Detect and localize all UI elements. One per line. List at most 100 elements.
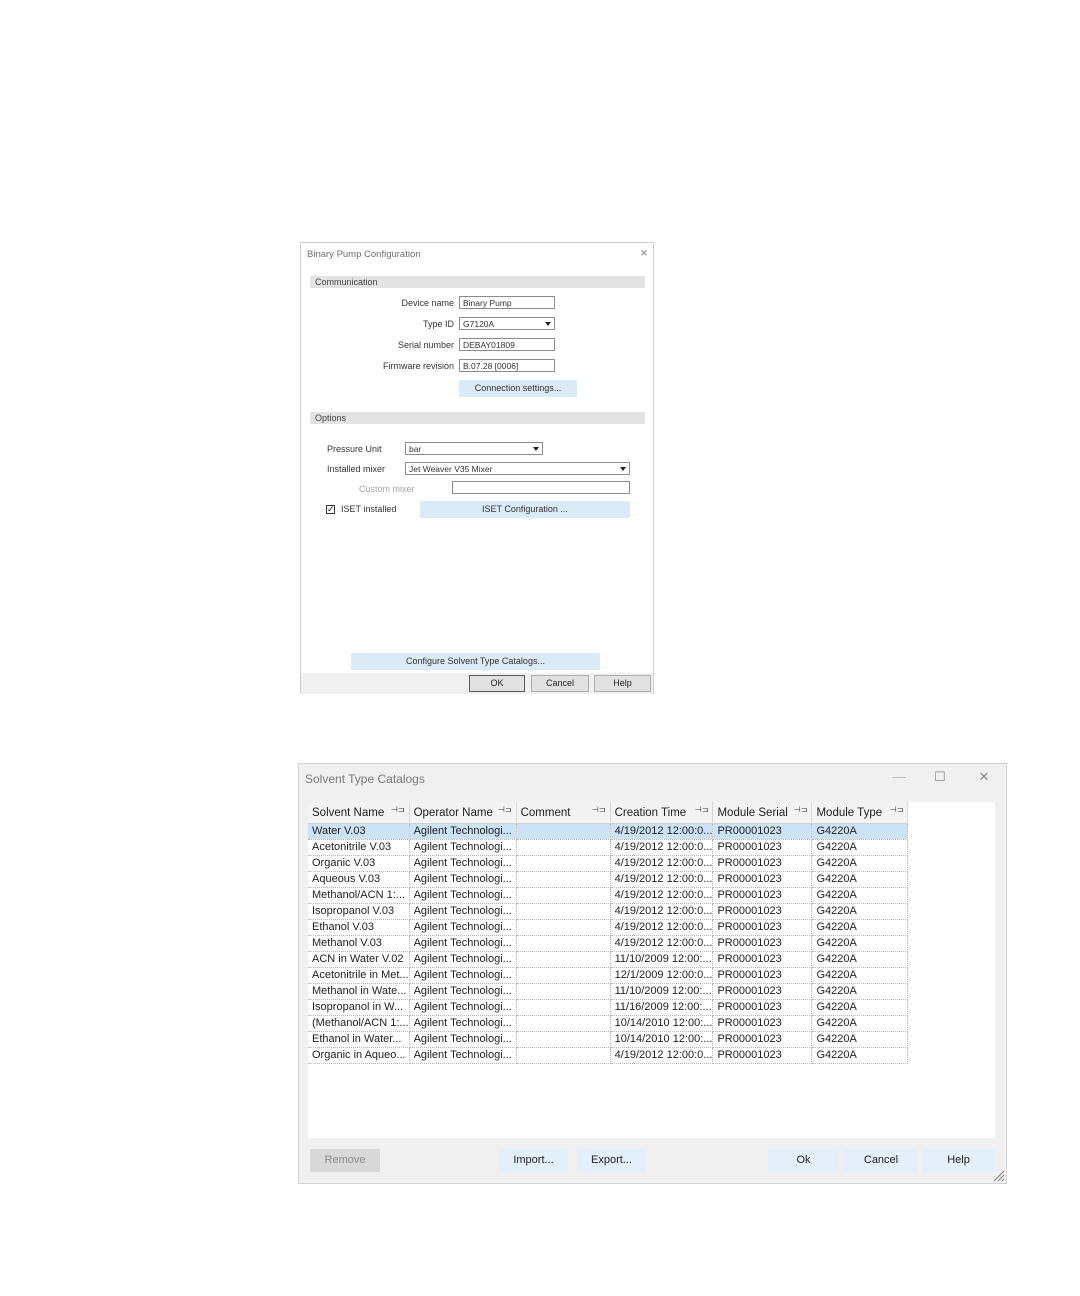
table-row[interactable]: (Methanol/ACN 1:... Agilent Technologi...… [308,1015,909,1032]
cell-comment [516,935,611,952]
column-header-comment[interactable]: Comment ⊣⊐ [516,802,611,824]
table-row[interactable]: Organic in Aqueo... Agilent Technologi...… [308,1047,909,1064]
iset-configuration-button[interactable]: ISET Configuration ... [420,501,630,518]
cell-module-type: G4220A [811,823,909,840]
solvent-type-catalogs-dialog: Solvent Type Catalogs — ☐ ✕ Solvent Name… [298,763,1007,1184]
resize-grip-icon[interactable] [993,1170,1005,1182]
cell-module-type: G4220A [811,1047,909,1064]
table-row[interactable]: Isopropanol in W... Agilent Technologi...… [308,999,909,1016]
cell-operator-name: Agilent Technologi... [409,887,517,904]
cell-operator-name: Agilent Technologi... [409,919,517,936]
table-row[interactable]: Isopropanol V.03 Agilent Technologi... 4/1… [308,903,909,920]
installed-mixer-value: Jet Weaver V35 Mixer [409,464,493,474]
type-id-dropdown[interactable]: G7120A [459,317,555,330]
column-header-module-type[interactable]: Module Type ⊣⊐ [811,802,909,824]
cell-creation-time: 12/1/2009 12:00:0... [610,967,714,984]
cell-creation-time: 4/19/2012 12:00:0... [610,903,714,920]
cell-solvent-name: (Methanol/ACN 1:... [308,1015,410,1032]
cell-module-serial: PR00001023 [712,887,813,904]
cell-comment [516,823,611,840]
cancel-button[interactable]: Cancel [531,675,589,692]
column-header-creation-time[interactable]: Creation Time ⊣⊐ [610,802,714,824]
serial-number-field[interactable]: DEBAY01809 [459,338,555,351]
pin-icon[interactable]: ⊣⊐ [695,805,709,814]
export-button[interactable]: Export... [577,1149,646,1172]
iset-installed-checkbox[interactable]: ✓ [326,505,335,514]
help-button[interactable]: Help [594,675,651,692]
custom-mixer-field[interactable] [452,481,630,494]
ok-button[interactable]: OK [469,675,525,692]
pin-icon[interactable]: ⊣⊐ [391,805,405,814]
pin-icon[interactable]: ⊣⊐ [498,805,512,814]
pin-icon[interactable]: ⊣⊐ [794,805,808,814]
cell-solvent-name: Aqueous V.03 [308,871,410,888]
table-row[interactable]: Acetonitrile in Met... Agilent Technologi… [308,967,909,984]
cell-module-type: G4220A [811,983,909,1000]
cell-module-type: G4220A [811,903,909,920]
pressure-unit-value: bar [409,444,422,454]
cell-module-type: G4220A [811,1031,909,1048]
connection-settings-button[interactable]: Connection settings... [459,380,577,397]
help-button[interactable]: Help [922,1149,995,1172]
dialog-title: Solvent Type Catalogs [305,772,425,786]
cell-creation-time: 11/16/2009 12:00:... [610,999,714,1016]
cell-comment [516,919,611,936]
table-row[interactable]: Ethanol in Water... Agilent Technologi...… [308,1031,909,1048]
table-row[interactable]: ACN in Water V.02 Agilent Technologi... 11… [308,951,909,968]
cancel-button[interactable]: Cancel [844,1149,918,1172]
pin-icon[interactable]: ⊣⊐ [592,805,606,814]
cell-operator-name: Agilent Technologi... [409,1015,517,1032]
cell-module-serial: PR00001023 [712,871,813,888]
column-header-operator-name[interactable]: Operator Name ⊣⊐ [409,802,517,824]
device-name-field[interactable]: Binary Pump [459,296,555,309]
maximize-icon[interactable]: ☐ [930,768,950,786]
installed-mixer-label: Installed mixer [327,464,386,474]
cell-module-type: G4220A [811,855,909,872]
pin-icon[interactable]: ⊣⊐ [890,805,904,814]
cell-module-type: G4220A [811,951,909,968]
ok-button[interactable]: Ok [768,1149,839,1172]
cell-solvent-name: Acetonitrile V.03 [308,839,410,856]
configure-solvent-type-catalogs-button[interactable]: Configure Solvent Type Catalogs... [351,653,600,670]
firmware-revision-field[interactable]: B.07.28 [0006] [459,359,555,372]
table-row[interactable]: Methanol/ACN 1:... Agilent Technologi... 4… [308,887,909,904]
table-row[interactable]: Methanol in Wate... Agilent Technologi...… [308,983,909,1000]
remove-button[interactable]: Remove [310,1149,380,1172]
table-row[interactable]: Acetonitrile V.03 Agilent Technologi... 4/… [308,839,909,856]
cell-comment [516,967,611,984]
iset-installed-label: ISET installed [341,504,397,514]
cell-solvent-name: Ethanol V.03 [308,919,410,936]
pressure-unit-dropdown[interactable]: bar [405,442,543,455]
binary-pump-configuration-dialog: Binary Pump Configuration × Communicatio… [300,242,654,694]
cell-comment [516,1015,611,1032]
column-header-solvent-name[interactable]: Solvent Name ⊣⊐ [308,802,410,824]
table-row[interactable]: Aqueous V.03 Agilent Technologi... 4/19/20… [308,871,909,888]
column-header-module-serial[interactable]: Module Serial ⊣⊐ [712,802,813,824]
close-icon[interactable]: × [637,245,651,261]
cell-comment [516,1031,611,1048]
table-row[interactable]: Methanol V.03 Agilent Technologi... 4/19/2… [308,935,909,952]
cell-creation-time: 4/19/2012 12:00:0... [610,823,714,840]
cell-module-type: G4220A [811,919,909,936]
column-header-label: Operator Name [413,806,493,819]
cell-creation-time: 4/19/2012 12:00:0... [610,935,714,952]
cell-module-type: G4220A [811,935,909,952]
import-button[interactable]: Import... [499,1149,568,1172]
cell-operator-name: Agilent Technologi... [409,951,517,968]
cell-solvent-name: Ethanol in Water... [308,1031,410,1048]
cell-module-type: G4220A [811,967,909,984]
cell-solvent-name: Organic in Aqueo... [308,1047,410,1064]
installed-mixer-dropdown[interactable]: Jet Weaver V35 Mixer [405,462,630,475]
cell-comment [516,855,611,872]
cell-solvent-name: Methanol in Wate... [308,983,410,1000]
close-icon[interactable]: ✕ [974,768,994,786]
table-row[interactable]: Ethanol V.03 Agilent Technologi... 4/19/20… [308,919,909,936]
minimize-icon[interactable]: — [889,768,909,786]
cell-module-serial: PR00001023 [712,839,813,856]
cell-module-serial: PR00001023 [712,999,813,1016]
cell-solvent-name: ACN in Water V.02 [308,951,410,968]
cell-comment [516,887,611,904]
table-row[interactable]: Water V.03 Agilent Technologi... 4/19/2012… [308,823,909,840]
table-row[interactable]: Organic V.03 Agilent Technologi... 4/19/20… [308,855,909,872]
column-header-label: Comment [520,806,571,819]
